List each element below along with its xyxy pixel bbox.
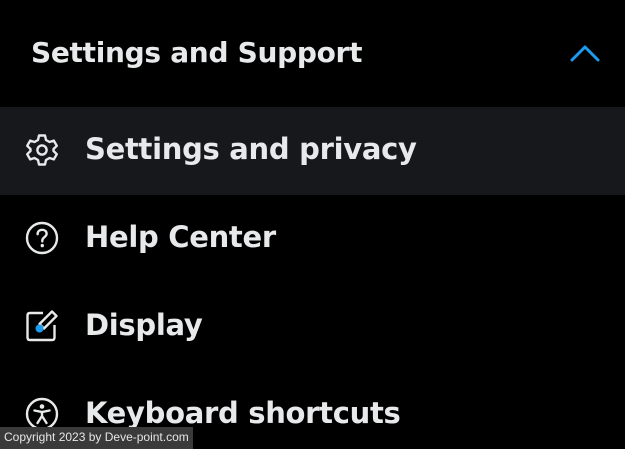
menu-item-display[interactable]: Display <box>0 283 625 371</box>
menu-item-settings-and-privacy[interactable]: Settings and privacy <box>0 107 625 195</box>
settings-support-panel: Settings and Support Settings and privac… <box>0 0 625 449</box>
menu-item-label: Settings and privacy <box>85 132 417 166</box>
menu-item-help-center[interactable]: Help Center <box>0 195 625 283</box>
help-circle-icon <box>25 221 59 255</box>
menu-item-label: Keyboard shortcuts <box>85 396 401 430</box>
display-edit-icon <box>26 310 58 342</box>
menu-item-label: Help Center <box>85 220 276 254</box>
settings-support-header[interactable]: Settings and Support <box>0 0 625 107</box>
section-title: Settings and Support <box>31 36 363 69</box>
chevron-up-icon[interactable] <box>568 40 602 66</box>
gear-icon <box>26 134 58 166</box>
copyright-watermark: Copyright 2023 by Deve-point.com <box>0 427 193 449</box>
menu-item-label: Display <box>85 308 203 342</box>
